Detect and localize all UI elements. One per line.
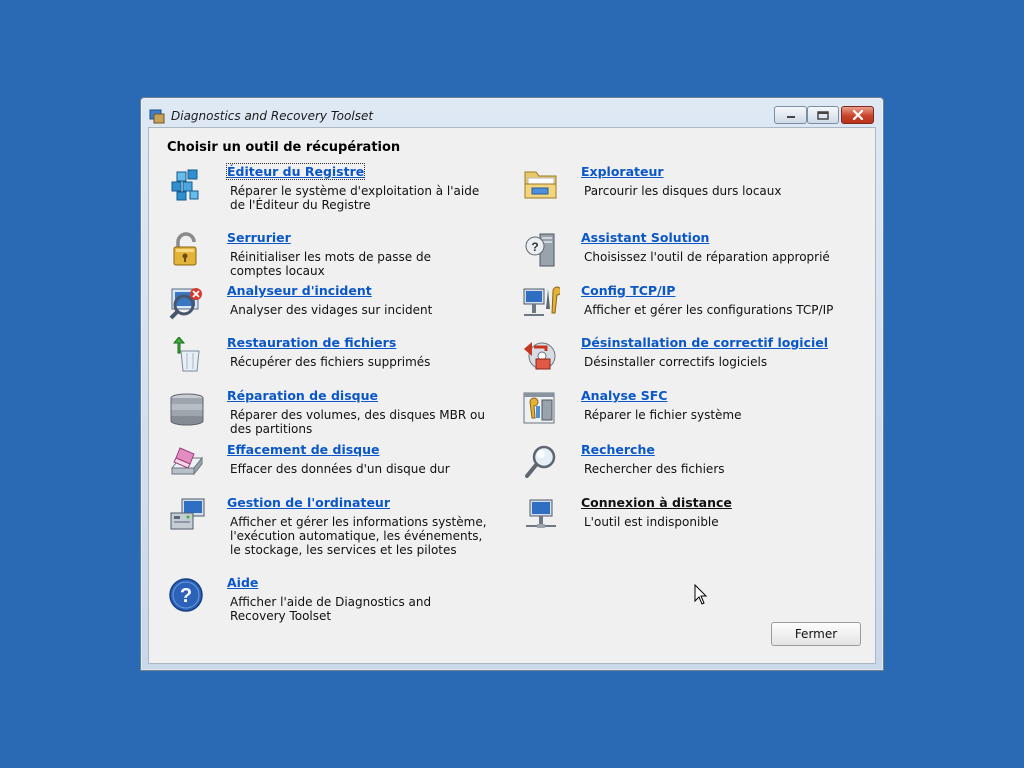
title-bar[interactable]: Diagnostics and Recovery Toolset (141, 98, 883, 128)
link-disk-repair[interactable]: Réparation de disque (227, 388, 378, 403)
app-icon (149, 109, 165, 124)
link-computer-management[interactable]: Gestion de l'ordinateur (227, 495, 390, 510)
tool-description: Réparer des volumes, des disques MBR ou … (230, 408, 485, 436)
tool-description: Récupérer des fichiers supprimés (230, 355, 431, 369)
link-tcpip-config[interactable]: Config TCP/IP (581, 283, 675, 298)
link-crash-analyzer[interactable]: Analyseur d'incident (227, 283, 372, 298)
tool-locksmith: Serrurier Réinitialiser les mots de pass… (168, 230, 468, 280)
tool-crash-analyzer: Analyseur d'incident Analyser des vidage… (168, 283, 468, 327)
link-explorer[interactable]: Explorateur (581, 164, 664, 179)
tool-description: L'outil est indisponible (584, 515, 719, 529)
tool-solution-wizard: ? Assistant Solution Choisissez l'outil … (522, 230, 830, 274)
link-search[interactable]: Recherche (581, 442, 655, 457)
magnifier-icon (525, 445, 556, 478)
tool-description: Réparer le fichier système (584, 408, 742, 422)
window-title: Diagnostics and Recovery Toolset (171, 109, 374, 123)
tool-help: ? Aide Afficher l'aide de Diagnostics an… (168, 575, 468, 625)
remote-connection-icon (526, 499, 556, 528)
client-area: Choisir un outil de récupération Éditeur… (148, 127, 876, 664)
tool-description: Rechercher des fichiers (584, 462, 725, 476)
link-help[interactable]: Aide (227, 575, 258, 590)
dart-window: Diagnostics and Recovery Toolset Choisir… (140, 97, 884, 671)
minimize-icon (786, 116, 795, 118)
svg-text:?: ? (180, 585, 192, 607)
eraser-icon (170, 447, 204, 476)
close-button[interactable]: Fermer (771, 622, 861, 646)
tool-description: Effacer des données d'un disque dur (230, 462, 450, 476)
tool-remote-connection: Connexion à distance L'outil est indispo… (522, 495, 822, 539)
close-icon (852, 110, 863, 120)
recycle-bin-icon (172, 337, 200, 372)
padlock-icon (173, 232, 197, 266)
link-remote-connection[interactable]: Connexion à distance (581, 495, 732, 510)
close-window-button[interactable] (841, 106, 874, 124)
maximize-button[interactable] (807, 106, 839, 124)
page-heading: Choisir un outil de récupération (167, 140, 401, 155)
tool-tcpip-config: Config TCP/IP Afficher et gérer les conf… (522, 283, 842, 327)
link-solution-wizard[interactable]: Assistant Solution (581, 230, 709, 245)
tool-disk-repair: Réparation de disque Réparer des volumes… (168, 388, 485, 438)
tool-description: Afficher et gérer les informations systè… (230, 515, 487, 557)
folder-icon (524, 171, 557, 199)
minimize-button[interactable] (774, 106, 807, 124)
link-registry-editor[interactable]: Éditeur du Registre (225, 163, 366, 180)
tool-registry-editor: Éditeur du Registre Réparer le système d… (168, 163, 479, 214)
solution-wizard-icon: ? (525, 233, 555, 267)
help-icon: ? (169, 578, 203, 612)
tool-file-restore: Restauration de fichiers Récupérer des f… (168, 335, 468, 379)
tool-explorer: Explorateur Parcourir les disques durs l… (522, 164, 822, 208)
link-sfc-scan[interactable]: Analyse SFC (581, 388, 667, 403)
tool-description: Analyser des vidages sur incident (230, 303, 433, 317)
link-locksmith[interactable]: Serrurier (227, 230, 291, 245)
link-disk-wipe[interactable]: Effacement de disque (227, 442, 380, 457)
tool-sfc-scan: Analyse SFC Réparer le fichier système (522, 388, 822, 432)
tool-description: Afficher et gérer les configurations TCP… (584, 303, 834, 317)
tool-description: Choisissez l'outil de réparation appropr… (584, 250, 830, 264)
tool-description: Désinstaller correctifs logiciels (584, 355, 768, 369)
link-file-restore[interactable]: Restauration de fichiers (227, 335, 396, 350)
crash-analyzer-icon (169, 288, 202, 320)
tool-description: Afficher l'aide de Diagnostics and Recov… (230, 595, 432, 623)
link-hotfix-uninstall[interactable]: Désinstallation de correctif logiciel (581, 335, 828, 350)
tool-search: Recherche Rechercher des fichiers (522, 442, 822, 486)
network-config-icon (523, 286, 560, 316)
tool-computer-management: Gestion de l'ordinateur Afficher et gére… (168, 495, 488, 557)
tool-hotfix-uninstall: Désinstallation de correctif logiciel Dé… (522, 335, 842, 379)
computer-management-icon (170, 498, 205, 530)
hotfix-uninstall-icon (524, 342, 556, 370)
tool-description: Parcourir les disques durs locaux (584, 184, 782, 198)
disk-stack-icon (170, 393, 204, 426)
registry-cubes-icon (171, 169, 199, 201)
tool-disk-wipe: Effacement de disque Effacer des données… (168, 442, 468, 486)
sfc-scan-icon (523, 392, 555, 424)
maximize-icon (817, 110, 829, 120)
tool-description: Réparer le système d'exploitation à l'ai… (230, 184, 480, 212)
tool-description: Réinitialiser les mots de passe de compt… (230, 250, 431, 278)
mouse-cursor-icon (694, 584, 708, 605)
svg-text:?: ? (531, 240, 538, 254)
